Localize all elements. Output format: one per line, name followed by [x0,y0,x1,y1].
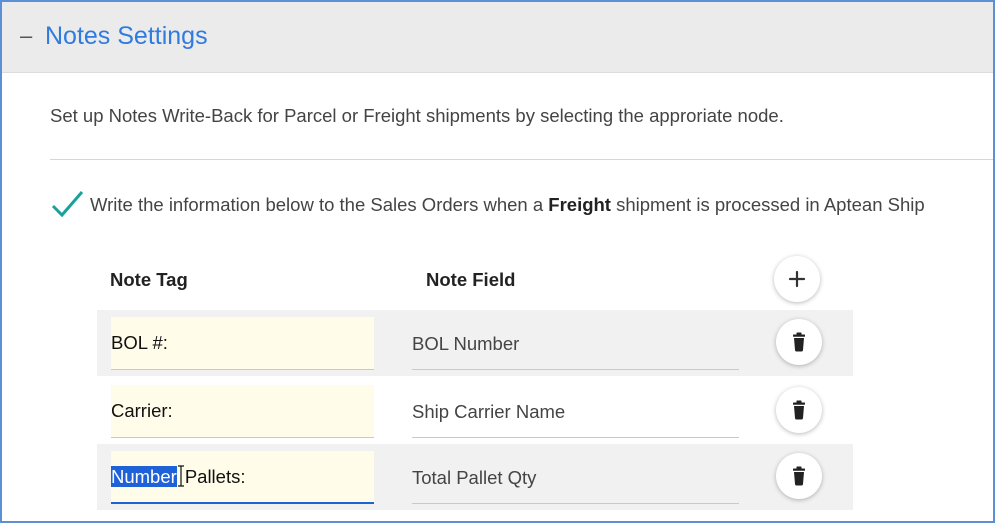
note-row: Number Pallets: Total Pallet Qty [97,444,853,510]
note-field-select[interactable]: Ship Carrier Name [412,385,739,438]
section-header[interactable]: – Notes Settings [2,2,993,73]
note-row: BOL #: BOL Number [97,310,853,376]
section-title[interactable]: Notes Settings [45,20,208,52]
delete-note-button[interactable] [776,319,822,365]
plus-icon [788,270,806,288]
trash-icon [793,332,805,352]
note-tag-input[interactable]: Carrier: [111,385,374,438]
divider [50,159,993,160]
write-back-label: Write the information below to the Sales… [90,194,925,215]
trash-icon [793,400,805,420]
note-tag-input[interactable]: BOL #: [111,317,374,370]
note-row: Carrier: Ship Carrier Name [97,378,853,444]
checkmark-icon[interactable] [50,189,84,219]
note-field-select[interactable]: Total Pallet Qty [412,451,739,504]
section-description: Set up Notes Write-Back for Parcel or Fr… [50,105,784,126]
notes-settings-panel: – Notes Settings Set up Notes Write-Back… [0,0,995,523]
text-cursor-icon [177,465,185,487]
delete-note-button[interactable] [776,453,822,499]
add-note-button[interactable] [774,256,820,302]
trash-icon [793,466,805,486]
note-field-select[interactable]: BOL Number [412,317,739,370]
note-tag-input[interactable]: Number Pallets: [111,451,374,504]
column-header-note-tag: Note Tag [110,269,188,290]
delete-note-button[interactable] [776,387,822,433]
selected-text: Number [111,466,177,487]
collapse-toggle[interactable]: – [20,22,32,50]
shipment-type: Freight [548,194,611,215]
column-header-note-field: Note Field [426,269,516,290]
